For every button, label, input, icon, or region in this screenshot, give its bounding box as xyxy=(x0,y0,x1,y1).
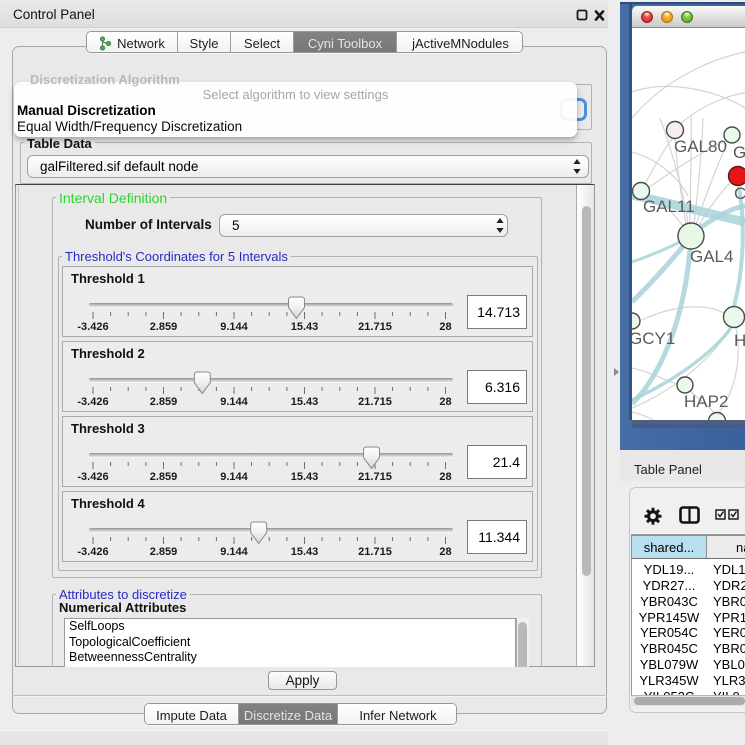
svg-text:C: C xyxy=(734,184,745,203)
svg-text:H: H xyxy=(734,331,745,350)
svg-text:GAL11: GAL11 xyxy=(643,197,695,216)
svg-text:GAL4: GAL4 xyxy=(690,247,733,266)
svg-text:GAL80: GAL80 xyxy=(674,137,727,156)
svg-text:HAP2: HAP2 xyxy=(684,392,728,411)
svg-text:GA: GA xyxy=(733,143,745,162)
svg-text:GCY1: GCY1 xyxy=(632,329,675,348)
